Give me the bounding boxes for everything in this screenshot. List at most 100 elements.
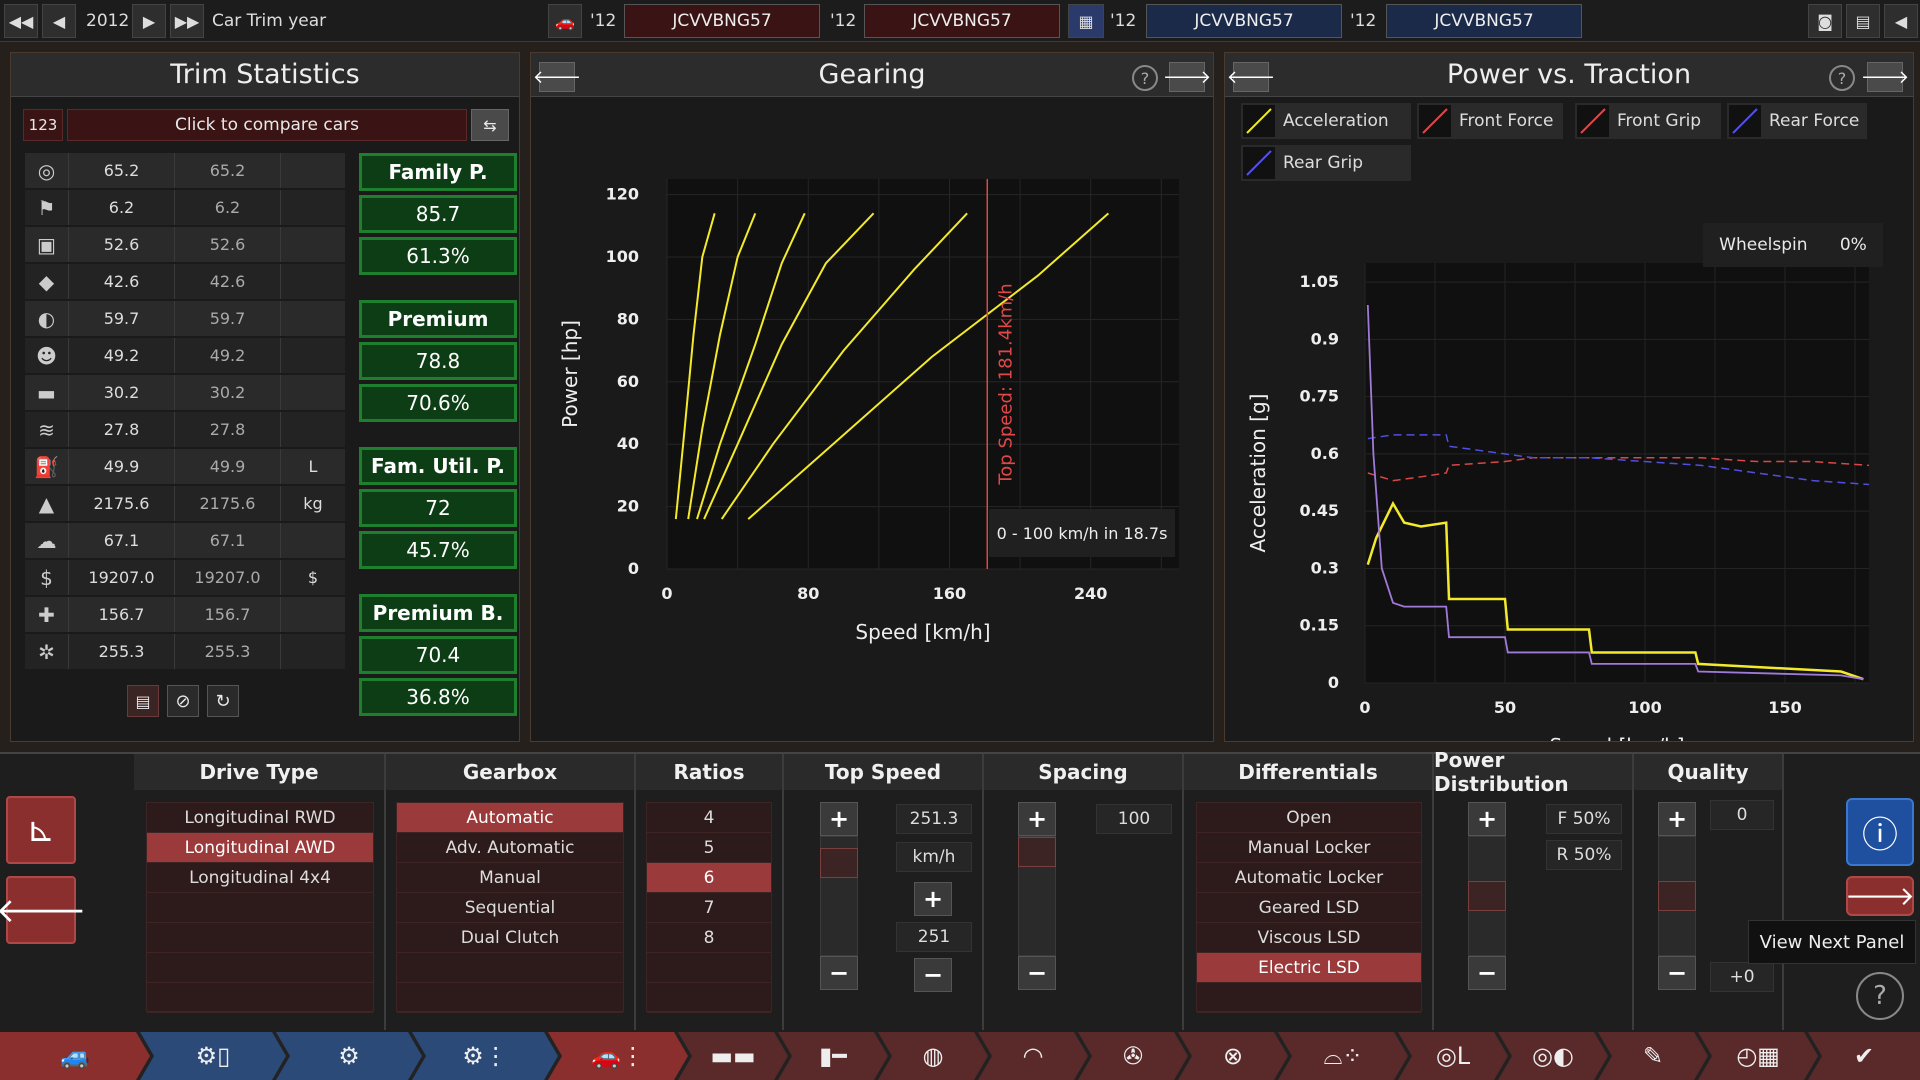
- help-icon[interactable]: ?: [1856, 972, 1904, 1020]
- quality-plus-button[interactable]: +: [1658, 802, 1696, 836]
- top-speed-plus-button[interactable]: +: [820, 802, 858, 836]
- brakes-icon[interactable]: ◍: [878, 1032, 988, 1080]
- slider-knob[interactable]: [820, 847, 858, 878]
- column-title: Quality: [1634, 754, 1782, 790]
- prev-year-icon[interactable]: ◀: [42, 4, 76, 38]
- clear-icon[interactable]: ⊘: [167, 685, 199, 717]
- list-item[interactable]: 4: [647, 803, 771, 833]
- legend-label: Rear Force: [1769, 111, 1860, 131]
- tyre-icon[interactable]: ⊗: [1178, 1032, 1288, 1080]
- list-item[interactable]: 8: [647, 923, 771, 953]
- x-tick-label: 100: [1628, 698, 1661, 717]
- top-speed-column: Top Speed + − 251.3 km/h + 251 −: [784, 754, 984, 1030]
- report-icon[interactable]: ▤: [127, 685, 159, 717]
- reset-icon[interactable]: ↻: [207, 685, 239, 717]
- power-dist-plus-button[interactable]: +: [1468, 802, 1506, 836]
- vin-slot[interactable]: JCVVBNG57: [864, 4, 1060, 38]
- list-item[interactable]: Adv. Automatic: [397, 833, 623, 863]
- slot-year: '12: [1110, 11, 1137, 31]
- car-icon[interactable]: 🚗: [548, 4, 582, 38]
- spacing-minus-button[interactable]: −: [1018, 956, 1056, 990]
- list-item[interactable]: Manual: [397, 863, 623, 893]
- list-item[interactable]: Automatic Locker: [1197, 863, 1421, 893]
- list-item[interactable]: Manual Locker: [1197, 833, 1421, 863]
- wheels-icon[interactable]: ✇: [1078, 1032, 1188, 1080]
- list-item[interactable]: Open: [1197, 803, 1421, 833]
- trim-icon[interactable]: ▦: [1068, 4, 1104, 38]
- first-year-icon[interactable]: ◀◀: [4, 4, 38, 38]
- top-speed-minus-button[interactable]: −: [820, 956, 858, 990]
- interior-icon[interactable]: ◎L: [1398, 1032, 1508, 1080]
- panel-title: Gearing: [531, 53, 1213, 97]
- legend-label: Acceleration: [1283, 111, 1389, 131]
- quality-minus-button[interactable]: −: [1658, 956, 1696, 990]
- target-minus-button[interactable]: −: [914, 958, 952, 992]
- list-item[interactable]: Longitudinal RWD: [147, 803, 373, 833]
- next-year-icon[interactable]: ▶: [132, 4, 166, 38]
- front-distribution: F 50%: [1546, 804, 1622, 834]
- list-item[interactable]: Geared LSD: [1197, 893, 1421, 923]
- compare-cars-button[interactable]: Click to compare cars: [67, 109, 467, 141]
- list-item[interactable]: 5: [647, 833, 771, 863]
- camera-icon[interactable]: ◙: [1808, 4, 1842, 38]
- back-icon[interactable]: ◀: [1884, 4, 1918, 38]
- spacing-slider[interactable]: [1018, 836, 1056, 956]
- suspension-icon[interactable]: ▮━: [778, 1032, 888, 1080]
- legend-item[interactable]: Rear Force: [1727, 103, 1867, 139]
- prev-panel-icon[interactable]: 🡐: [533, 62, 581, 92]
- help-icon[interactable]: ?: [1132, 65, 1158, 91]
- list-item[interactable]: 6: [647, 863, 771, 893]
- spacing-plus-button[interactable]: +: [1018, 802, 1056, 836]
- legend-item[interactable]: Front Grip: [1575, 103, 1721, 139]
- list-item[interactable]: Electric LSD: [1197, 953, 1421, 983]
- quality-slider[interactable]: [1658, 836, 1696, 956]
- power-distribution-slider[interactable]: [1468, 836, 1506, 956]
- year-value: 2012: [86, 11, 130, 31]
- alert-icon[interactable]: ⓘ: [1846, 798, 1914, 866]
- prev-panel-icon[interactable]: 🡐: [1227, 62, 1275, 92]
- list-item[interactable]: Dual Clutch: [397, 923, 623, 953]
- legend-item[interactable]: Front Force: [1417, 103, 1563, 139]
- x-tick-label: 0: [1359, 698, 1370, 717]
- slider-knob[interactable]: [1658, 881, 1696, 911]
- slider-knob[interactable]: [1018, 837, 1056, 867]
- vin-slot[interactable]: JCVVBNG57: [1386, 4, 1582, 38]
- vin-slot[interactable]: JCVVBNG57: [624, 4, 820, 38]
- y-tick-label: 100: [606, 247, 639, 266]
- aero-icon[interactable]: ⌓⁘: [1278, 1032, 1408, 1080]
- next-panel-icon[interactable]: 🡒: [1163, 62, 1211, 92]
- safety-nav-icon[interactable]: ◎◐: [1498, 1032, 1608, 1080]
- chassis-icon[interactable]: ▬▬: [678, 1032, 788, 1080]
- next-arrow-icon[interactable]: 🡒: [1845, 876, 1915, 916]
- engine-tune-icon[interactable]: ⚙⋮: [412, 1032, 558, 1080]
- slider-knob[interactable]: [1468, 881, 1506, 911]
- last-year-icon[interactable]: ▶▶: [170, 4, 204, 38]
- chart-view-icon[interactable]: ⊾: [6, 796, 76, 864]
- legend-item[interactable]: Rear Grip: [1241, 145, 1411, 181]
- back-arrow-icon[interactable]: 🡐: [0, 876, 87, 944]
- next-panel-icon[interactable]: 🡒: [1861, 62, 1909, 92]
- drivetrain-icon[interactable]: 🚗⋮: [548, 1032, 688, 1080]
- list-item[interactable]: Longitudinal 4x4: [147, 863, 373, 893]
- power-dist-minus-button[interactable]: −: [1468, 956, 1506, 990]
- list-item[interactable]: Sequential: [397, 893, 623, 923]
- list-item[interactable]: Automatic: [397, 803, 623, 833]
- list-item[interactable]: Longitudinal AWD: [147, 833, 373, 863]
- testing-icon[interactable]: ✎: [1598, 1032, 1708, 1080]
- target-plus-button[interactable]: +: [914, 882, 952, 916]
- engine-family-icon[interactable]: ⚙▯: [140, 1032, 286, 1080]
- list-item[interactable]: Viscous LSD: [1197, 923, 1421, 953]
- help-icon[interactable]: ?: [1829, 65, 1855, 91]
- finish-icon[interactable]: ✔: [1808, 1032, 1920, 1080]
- compare-car-icon[interactable]: ⇆: [471, 109, 509, 141]
- gears-nav-icon[interactable]: ◠: [978, 1032, 1088, 1080]
- legend-item[interactable]: Acceleration: [1241, 103, 1411, 139]
- top-speed-slider[interactable]: [820, 836, 858, 956]
- engine-parts-icon[interactable]: ⚙: [276, 1032, 422, 1080]
- list-item[interactable]: 7: [647, 893, 771, 923]
- calculator-icon[interactable]: ▤: [1846, 4, 1880, 38]
- track-test-icon[interactable]: ◴▦: [1698, 1032, 1818, 1080]
- vin-slot[interactable]: JCVVBNG57: [1146, 4, 1342, 38]
- car-model-icon[interactable]: 🚙: [0, 1032, 150, 1080]
- demographic-percent: 36.8%: [359, 678, 517, 716]
